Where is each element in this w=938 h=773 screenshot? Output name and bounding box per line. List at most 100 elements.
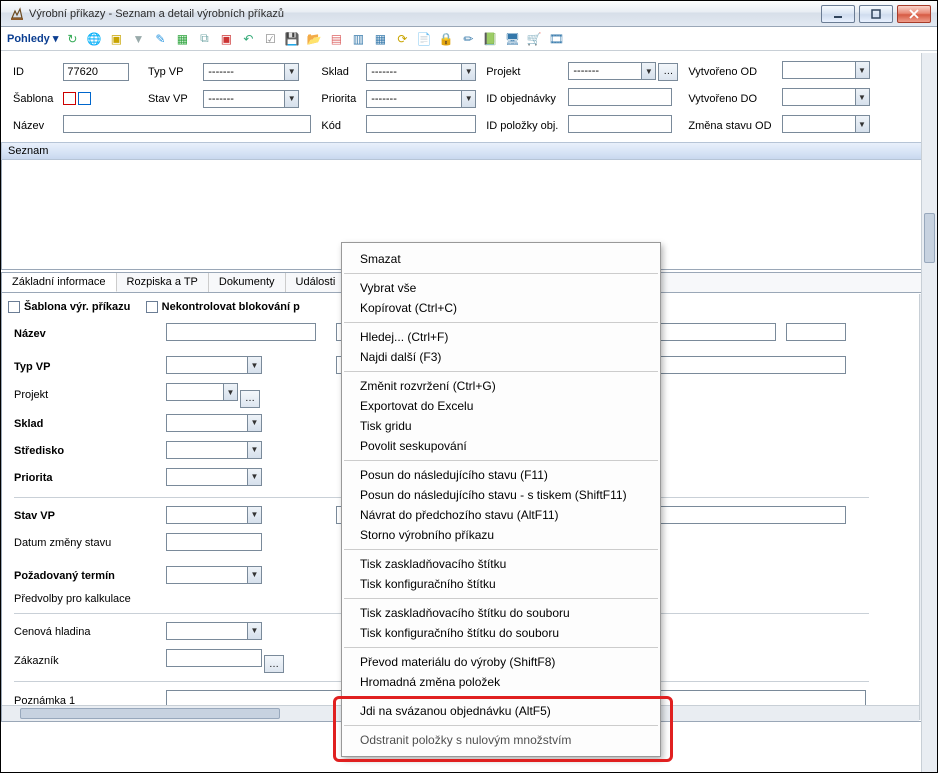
- vytvoreno-od-combo[interactable]: ▼: [782, 61, 870, 79]
- sablona-blue-box[interactable]: [78, 92, 91, 105]
- chk-sablona-label: Šablona výr. příkazu: [24, 301, 130, 313]
- edit-icon[interactable]: ✎: [152, 31, 168, 47]
- right-small-1[interactable]: [786, 323, 846, 341]
- outer-vscroll[interactable]: [921, 53, 937, 772]
- context-menu-item[interactable]: Posun do následujícího stavu - s tiskem …: [342, 485, 660, 505]
- context-menu-item[interactable]: Tisk zaskladňovacího štítku do souboru: [342, 603, 660, 623]
- projekt-detail-combo[interactable]: ▼: [166, 383, 238, 401]
- context-menu-item[interactable]: Hromadná změna položek: [342, 672, 660, 692]
- context-menu-item[interactable]: Posun do následujícího stavu (F11): [342, 465, 660, 485]
- sablona-label: Šablona: [9, 86, 57, 111]
- vytvoreno-do-combo[interactable]: ▼: [782, 88, 870, 106]
- projekt-combo[interactable]: -------▼: [568, 62, 656, 80]
- context-menu-item[interactable]: Jdi na svázanou objednávku (AltF5): [342, 701, 660, 721]
- context-menu-item[interactable]: Tisk konfiguračního štítku do souboru: [342, 623, 660, 643]
- stavvp-combo[interactable]: -------▼: [203, 90, 299, 108]
- stredisko-combo[interactable]: ▼: [166, 441, 262, 459]
- context-menu-item[interactable]: Najdi další (F3): [342, 347, 660, 367]
- context-menu-separator: [344, 725, 658, 726]
- typvp-detail-combo[interactable]: ▼: [166, 356, 262, 374]
- pencil2-icon[interactable]: ✏: [460, 31, 476, 47]
- context-menu-item[interactable]: Smazat: [342, 249, 660, 269]
- sklad-detail-combo[interactable]: ▼: [166, 414, 262, 432]
- idobj-field[interactable]: [568, 88, 672, 106]
- context-menu-item[interactable]: Exportovat do Excelu: [342, 396, 660, 416]
- stavvp-detail-combo[interactable]: ▼: [166, 506, 262, 524]
- kod-label: Kód: [317, 113, 360, 138]
- tab-zakladni-informace[interactable]: Základní informace: [2, 273, 117, 292]
- projekt-browse-button[interactable]: …: [658, 63, 678, 81]
- projekt-detail-browse[interactable]: …: [240, 390, 260, 408]
- film-icon[interactable]: 🎞: [548, 31, 564, 47]
- close-button[interactable]: [897, 5, 931, 23]
- tab-dokumenty[interactable]: Dokumenty: [209, 273, 286, 292]
- stavvp-detail-label: Stav VP: [10, 504, 160, 529]
- context-menu-item[interactable]: Vybrat vše: [342, 278, 660, 298]
- delete-icon[interactable]: ▣: [218, 31, 234, 47]
- sklad-combo[interactable]: -------▼: [366, 63, 476, 81]
- funnel-grey-icon[interactable]: ▼: [130, 31, 146, 47]
- nazev-field[interactable]: [166, 323, 316, 341]
- monitor-icon[interactable]: 🖥: [504, 31, 520, 47]
- window-title: Výrobní příkazy - Seznam a detail výrobn…: [29, 8, 821, 20]
- views-menu[interactable]: Pohledy ▾: [7, 32, 58, 45]
- tab-rozpiska[interactable]: Rozpiska a TP: [117, 273, 209, 292]
- undo-icon[interactable]: ↶: [240, 31, 256, 47]
- stredisko-label: Středisko: [10, 439, 160, 464]
- context-menu-item[interactable]: Hledej... (Ctrl+F): [342, 327, 660, 347]
- stavvp-label: Stav VP: [144, 86, 197, 111]
- chk-sablona[interactable]: [8, 301, 20, 313]
- minimize-button[interactable]: [821, 5, 855, 23]
- grid1-icon[interactable]: ▤: [328, 31, 344, 47]
- refresh-icon[interactable]: ↻: [64, 31, 80, 47]
- priorita-label: Priorita: [317, 86, 360, 111]
- priorita-detail-combo[interactable]: ▼: [166, 468, 262, 486]
- context-menu-item[interactable]: Návrat do předchozího stavu (AltF11): [342, 505, 660, 525]
- grid3-icon[interactable]: ▦: [372, 31, 388, 47]
- context-menu-item[interactable]: Tisk konfiguračního štítku: [342, 574, 660, 594]
- pozadovany-termin-combo[interactable]: ▼: [166, 566, 262, 584]
- note-icon[interactable]: 📄: [416, 31, 432, 47]
- zakaznik-browse[interactable]: …: [264, 655, 284, 673]
- context-menu-item[interactable]: Změnit rozvržení (Ctrl+G): [342, 376, 660, 396]
- new-icon[interactable]: ▦: [174, 31, 190, 47]
- save-icon[interactable]: 💾: [284, 31, 300, 47]
- kod-field[interactable]: [366, 115, 476, 133]
- context-menu-item[interactable]: Tisk gridu: [342, 416, 660, 436]
- context-menu-item[interactable]: Kopírovat (Ctrl+C): [342, 298, 660, 318]
- copy-icon[interactable]: ⧉: [196, 31, 212, 47]
- id-field[interactable]: 77620: [63, 63, 129, 81]
- priorita-combo[interactable]: -------▼: [366, 90, 476, 108]
- sablona-red-box[interactable]: [63, 92, 76, 105]
- maximize-button[interactable]: [859, 5, 893, 23]
- idpolobj-field[interactable]: [568, 115, 672, 133]
- reload-icon[interactable]: ⟳: [394, 31, 410, 47]
- datum-zmeny-field[interactable]: [166, 533, 262, 551]
- context-menu-separator: [344, 460, 658, 461]
- zakaznik-field[interactable]: [166, 649, 262, 667]
- check-icon[interactable]: ☑: [262, 31, 278, 47]
- idobj-label: ID objednávky: [482, 86, 562, 111]
- vytvoreno-od-label: Vytvořeno OD: [684, 59, 775, 84]
- context-menu-item[interactable]: Povolit seskupování: [342, 436, 660, 456]
- typvp-combo[interactable]: -------▼: [203, 63, 299, 81]
- book-icon[interactable]: 📗: [482, 31, 498, 47]
- grid2-icon[interactable]: ▥: [350, 31, 366, 47]
- lock-icon[interactable]: 🔒: [438, 31, 454, 47]
- chk-nekontrolovat[interactable]: [146, 301, 158, 313]
- tab-udalosti[interactable]: Události: [286, 273, 346, 292]
- priorita-detail-label: Priorita: [10, 466, 160, 491]
- globe-icon[interactable]: 🌐: [86, 31, 102, 47]
- open-icon[interactable]: 📂: [306, 31, 322, 47]
- context-menu-separator: [344, 598, 658, 599]
- context-menu-item[interactable]: Odstranit položky s nulovým množstvím: [342, 730, 660, 750]
- idpolobj-label: ID položky obj.: [482, 113, 562, 138]
- cenova-hladina-combo[interactable]: ▼: [166, 622, 262, 640]
- funnel-yellow-icon[interactable]: ▣: [108, 31, 124, 47]
- context-menu-item[interactable]: Tisk zaskladňovacího štítku: [342, 554, 660, 574]
- context-menu-item[interactable]: Převod materiálu do výroby (ShiftF8): [342, 652, 660, 672]
- cart-icon[interactable]: 🛒: [526, 31, 542, 47]
- zmena-stavu-od-combo[interactable]: ▼: [782, 115, 870, 133]
- context-menu-item[interactable]: Storno výrobního příkazu: [342, 525, 660, 545]
- nazev-filter-field[interactable]: [63, 115, 311, 133]
